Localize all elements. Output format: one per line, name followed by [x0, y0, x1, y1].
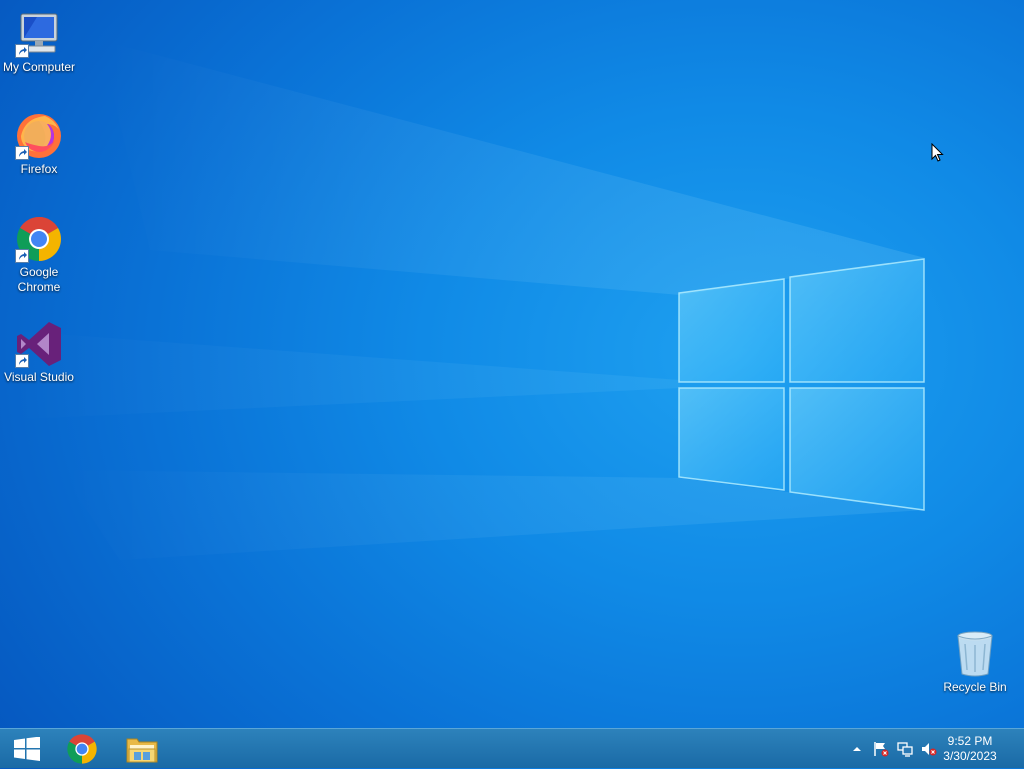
- shortcut-arrow-icon: [15, 146, 29, 160]
- recycle-bin-icon: [951, 630, 999, 678]
- desktop-icon-visual-studio[interactable]: Visual Studio: [0, 320, 78, 385]
- windows-start-icon: [14, 737, 40, 761]
- desktop-icon-firefox[interactable]: Firefox: [0, 112, 78, 177]
- desktop-icon-recycle-bin[interactable]: Recycle Bin: [936, 630, 1014, 695]
- shortcut-arrow-icon: [15, 249, 29, 263]
- clock-time: 9:52 PM: [947, 734, 993, 748]
- chrome-icon: [67, 734, 97, 764]
- chrome-icon: [15, 215, 63, 263]
- network-button[interactable]: [894, 729, 916, 769]
- start-button[interactable]: [0, 729, 54, 769]
- computer-icon: [15, 10, 63, 58]
- action-center-flag-button[interactable]: [870, 729, 892, 769]
- firefox-icon: [15, 112, 63, 160]
- mouse-cursor-icon: [931, 143, 944, 162]
- desktop-icon-label: Google Chrome: [17, 265, 61, 294]
- show-hidden-icons-chevron: [853, 747, 861, 751]
- shortcut-arrow-icon: [15, 354, 29, 368]
- show-hidden-icons-button[interactable]: [848, 729, 866, 769]
- action-center-flag-icon: [874, 742, 889, 757]
- taskbar-file-explorer-button[interactable]: [115, 729, 169, 769]
- desktop-icon-google-chrome[interactable]: Google Chrome: [0, 215, 78, 295]
- shortcut-arrow-icon: [15, 44, 29, 58]
- desktop-icon-label: My Computer: [2, 60, 76, 74]
- network-icon: [897, 742, 913, 757]
- taskbar-chrome-button[interactable]: [55, 729, 109, 769]
- desktop-icon-label: Firefox: [20, 162, 58, 176]
- desktop-icon-label: Recycle Bin: [943, 680, 1007, 694]
- taskbar-clock[interactable]: 9:52 PM 3/30/2023: [930, 734, 1010, 764]
- visual-studio-icon: [15, 320, 63, 368]
- file-explorer-icon: [126, 738, 158, 763]
- desktop-icon-label: Visual Studio: [4, 370, 74, 384]
- clock-date: 3/30/2023: [943, 749, 997, 763]
- desktop-icon-my-computer[interactable]: My Computer: [0, 10, 78, 75]
- wallpaper-windows-logo: [0, 40, 925, 560]
- taskbar: 9:52 PM 3/30/2023: [0, 728, 1024, 768]
